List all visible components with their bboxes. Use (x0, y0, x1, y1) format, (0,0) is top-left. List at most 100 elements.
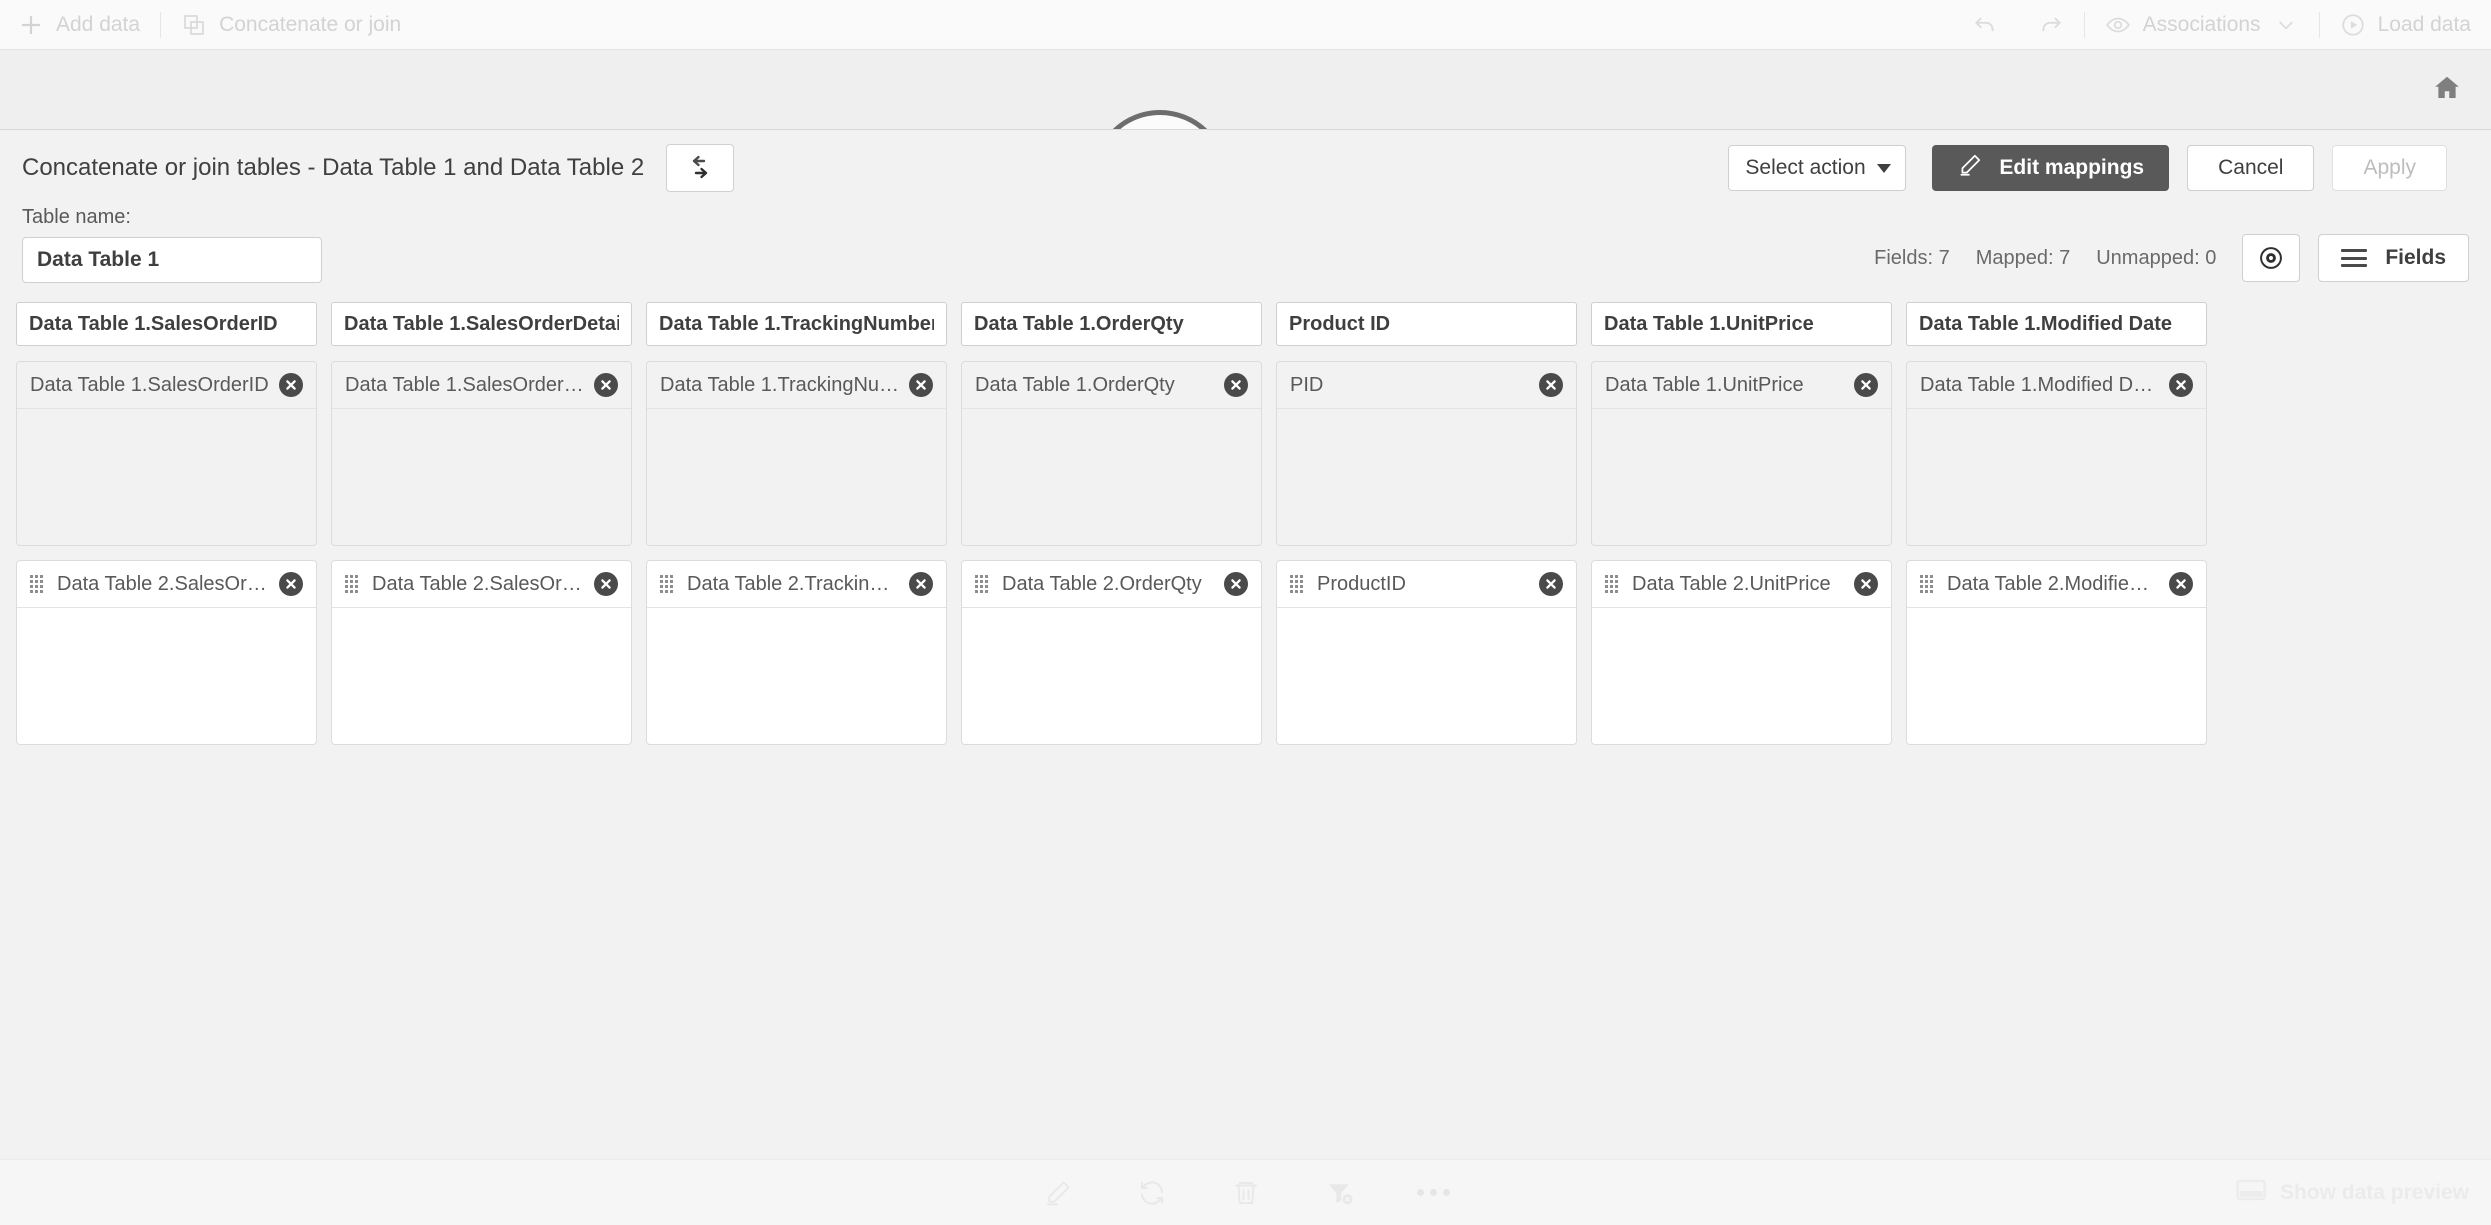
target-field-label: Data Table 2.SalesOr… (57, 572, 267, 595)
dot (1417, 1189, 1424, 1196)
swap-arrows-icon (693, 155, 708, 179)
table-name-input[interactable] (22, 237, 322, 283)
remove-field-icon[interactable] (909, 373, 933, 397)
edit-button[interactable] (1041, 1176, 1075, 1210)
source-field-card-body (1592, 409, 1891, 545)
select-action-label: Select action (1745, 156, 1866, 179)
data-preview-icon (2236, 1179, 2266, 1200)
target-field-card[interactable]: Data Table 2.OrderQty (961, 560, 1262, 745)
target-field-label: ProductID (1317, 572, 1406, 595)
source-field-card-header: Data Table 1.SalesOrderID (17, 362, 316, 409)
source-field-card-header: Data Table 1.TrackingNu… (647, 362, 946, 409)
target-field-card[interactable]: Data Table 2.SalesOr… (331, 560, 632, 745)
mapped-field-name-input[interactable] (646, 302, 947, 346)
remove-field-icon[interactable] (594, 373, 618, 397)
source-field-card-body (647, 409, 946, 545)
edit-mappings-button[interactable]: Edit mappings (1932, 145, 2170, 191)
target-field-card-body (1592, 608, 1891, 744)
refresh-button[interactable] (1135, 1176, 1169, 1210)
more-options-button[interactable] (1417, 1176, 1451, 1210)
pencil-icon (1046, 1180, 1070, 1205)
pencil-icon (1957, 152, 1983, 184)
field-mapping-column: Data Table 1.SalesOrderID Data Table 2.Sa… (16, 302, 317, 745)
add-data-button[interactable]: Add data (0, 0, 160, 50)
source-field-card[interactable]: Data Table 1.UnitPrice (1591, 361, 1892, 546)
remove-field-icon[interactable] (1854, 572, 1878, 596)
target-field-card-body (332, 608, 631, 744)
mapped-field-name-input[interactable] (331, 302, 632, 346)
concatenate-or-join-label: Concatenate or join (219, 12, 402, 36)
target-field-card[interactable]: Data Table 2.Trackin… (646, 560, 947, 745)
drag-handle-icon[interactable] (30, 575, 43, 593)
eye-icon (2105, 12, 2131, 38)
target-field-card[interactable]: Data Table 2.SalesOr… (16, 560, 317, 745)
clear-filter-button[interactable] (1323, 1176, 1357, 1210)
source-field-card[interactable]: Data Table 1.SalesOrder… (331, 361, 632, 546)
mapped-field-name-input[interactable] (16, 302, 317, 346)
home-icon (2435, 76, 2459, 98)
target-field-card-body (1277, 608, 1576, 744)
data-model-canvas (0, 50, 2491, 129)
select-action-dropdown[interactable]: Select action (1728, 145, 1907, 191)
source-field-card[interactable]: PID (1276, 361, 1577, 546)
remove-field-icon[interactable] (2169, 373, 2193, 397)
target-field-card[interactable]: ProductID (1276, 560, 1577, 745)
field-mapping-column: Data Table 1.UnitPrice Data Table 2.UnitP… (1591, 302, 1892, 745)
source-field-card-body (962, 409, 1261, 545)
delete-button[interactable] (1229, 1176, 1263, 1210)
mapped-field-name-input[interactable] (1276, 302, 1577, 346)
preview-toggle-button[interactable] (2242, 234, 2301, 282)
source-field-card[interactable]: Data Table 1.Modified Date (1906, 361, 2207, 546)
drag-handle-icon[interactable] (345, 575, 358, 593)
table-name-label: Table name: (22, 206, 131, 228)
remove-field-icon[interactable] (2169, 572, 2193, 596)
associations-button[interactable]: Associations (2085, 0, 2319, 50)
remove-field-icon[interactable] (1224, 373, 1248, 397)
field-mapping-column: PID ProductID (1276, 302, 1577, 745)
target-field-card[interactable]: Data Table 2.UnitPrice (1591, 560, 1892, 745)
associations-label: Associations (2142, 12, 2261, 36)
remove-field-icon[interactable] (1854, 373, 1878, 397)
remove-field-icon[interactable] (1539, 373, 1563, 397)
source-field-card-body (17, 409, 316, 545)
mapped-field-name-input[interactable] (1591, 302, 1892, 346)
redo-button[interactable] (2018, 0, 2084, 50)
eye-icon (2260, 247, 2283, 269)
fields-button[interactable]: Fields (2318, 234, 2469, 282)
source-field-card[interactable]: Data Table 1.TrackingNu… (646, 361, 947, 546)
remove-field-icon[interactable] (1539, 572, 1563, 596)
swap-tables-button[interactable] (666, 144, 735, 192)
drag-handle-icon[interactable] (1605, 575, 1618, 593)
cancel-button[interactable]: Cancel (2187, 145, 2315, 191)
top-toolbar: Add data Concatenate or join Association… (0, 0, 2491, 50)
load-data-button[interactable]: Load data (2320, 0, 2491, 50)
chevron-down-icon (2273, 12, 2299, 38)
source-field-card-body (1277, 409, 1576, 545)
dot (1443, 1189, 1450, 1196)
target-field-card[interactable]: Data Table 2.Modifie… (1906, 560, 2207, 745)
home-button[interactable] (2427, 68, 2467, 108)
source-field-label: PID (1290, 373, 1324, 396)
source-field-card-header: Data Table 1.OrderQty (962, 362, 1261, 409)
undo-button[interactable] (1952, 0, 2018, 50)
remove-field-icon[interactable] (279, 572, 303, 596)
remove-field-icon[interactable] (1224, 572, 1248, 596)
chevron-down-icon (1877, 163, 1892, 173)
drag-handle-icon[interactable] (1290, 575, 1303, 593)
source-field-card[interactable]: Data Table 1.OrderQty (961, 361, 1262, 546)
target-field-card-body (1907, 608, 2206, 744)
remove-field-icon[interactable] (594, 572, 618, 596)
mapped-field-name-input[interactable] (1906, 302, 2207, 346)
drag-handle-icon[interactable] (660, 575, 673, 593)
show-data-preview-button[interactable]: Show data preview (2236, 1178, 2469, 1208)
page-title: Concatenate or join tables - Data Table … (22, 154, 645, 181)
drag-handle-icon[interactable] (975, 575, 988, 593)
mapped-field-name-input[interactable] (961, 302, 1262, 346)
target-field-card-header: Data Table 2.SalesOr… (17, 561, 316, 608)
remove-field-icon[interactable] (279, 373, 303, 397)
drag-handle-icon[interactable] (1920, 575, 1933, 593)
add-data-label: Add data (56, 12, 141, 36)
source-field-card[interactable]: Data Table 1.SalesOrderID (16, 361, 317, 546)
concatenate-or-join-button[interactable]: Concatenate or join (161, 0, 421, 50)
remove-field-icon[interactable] (909, 572, 933, 596)
